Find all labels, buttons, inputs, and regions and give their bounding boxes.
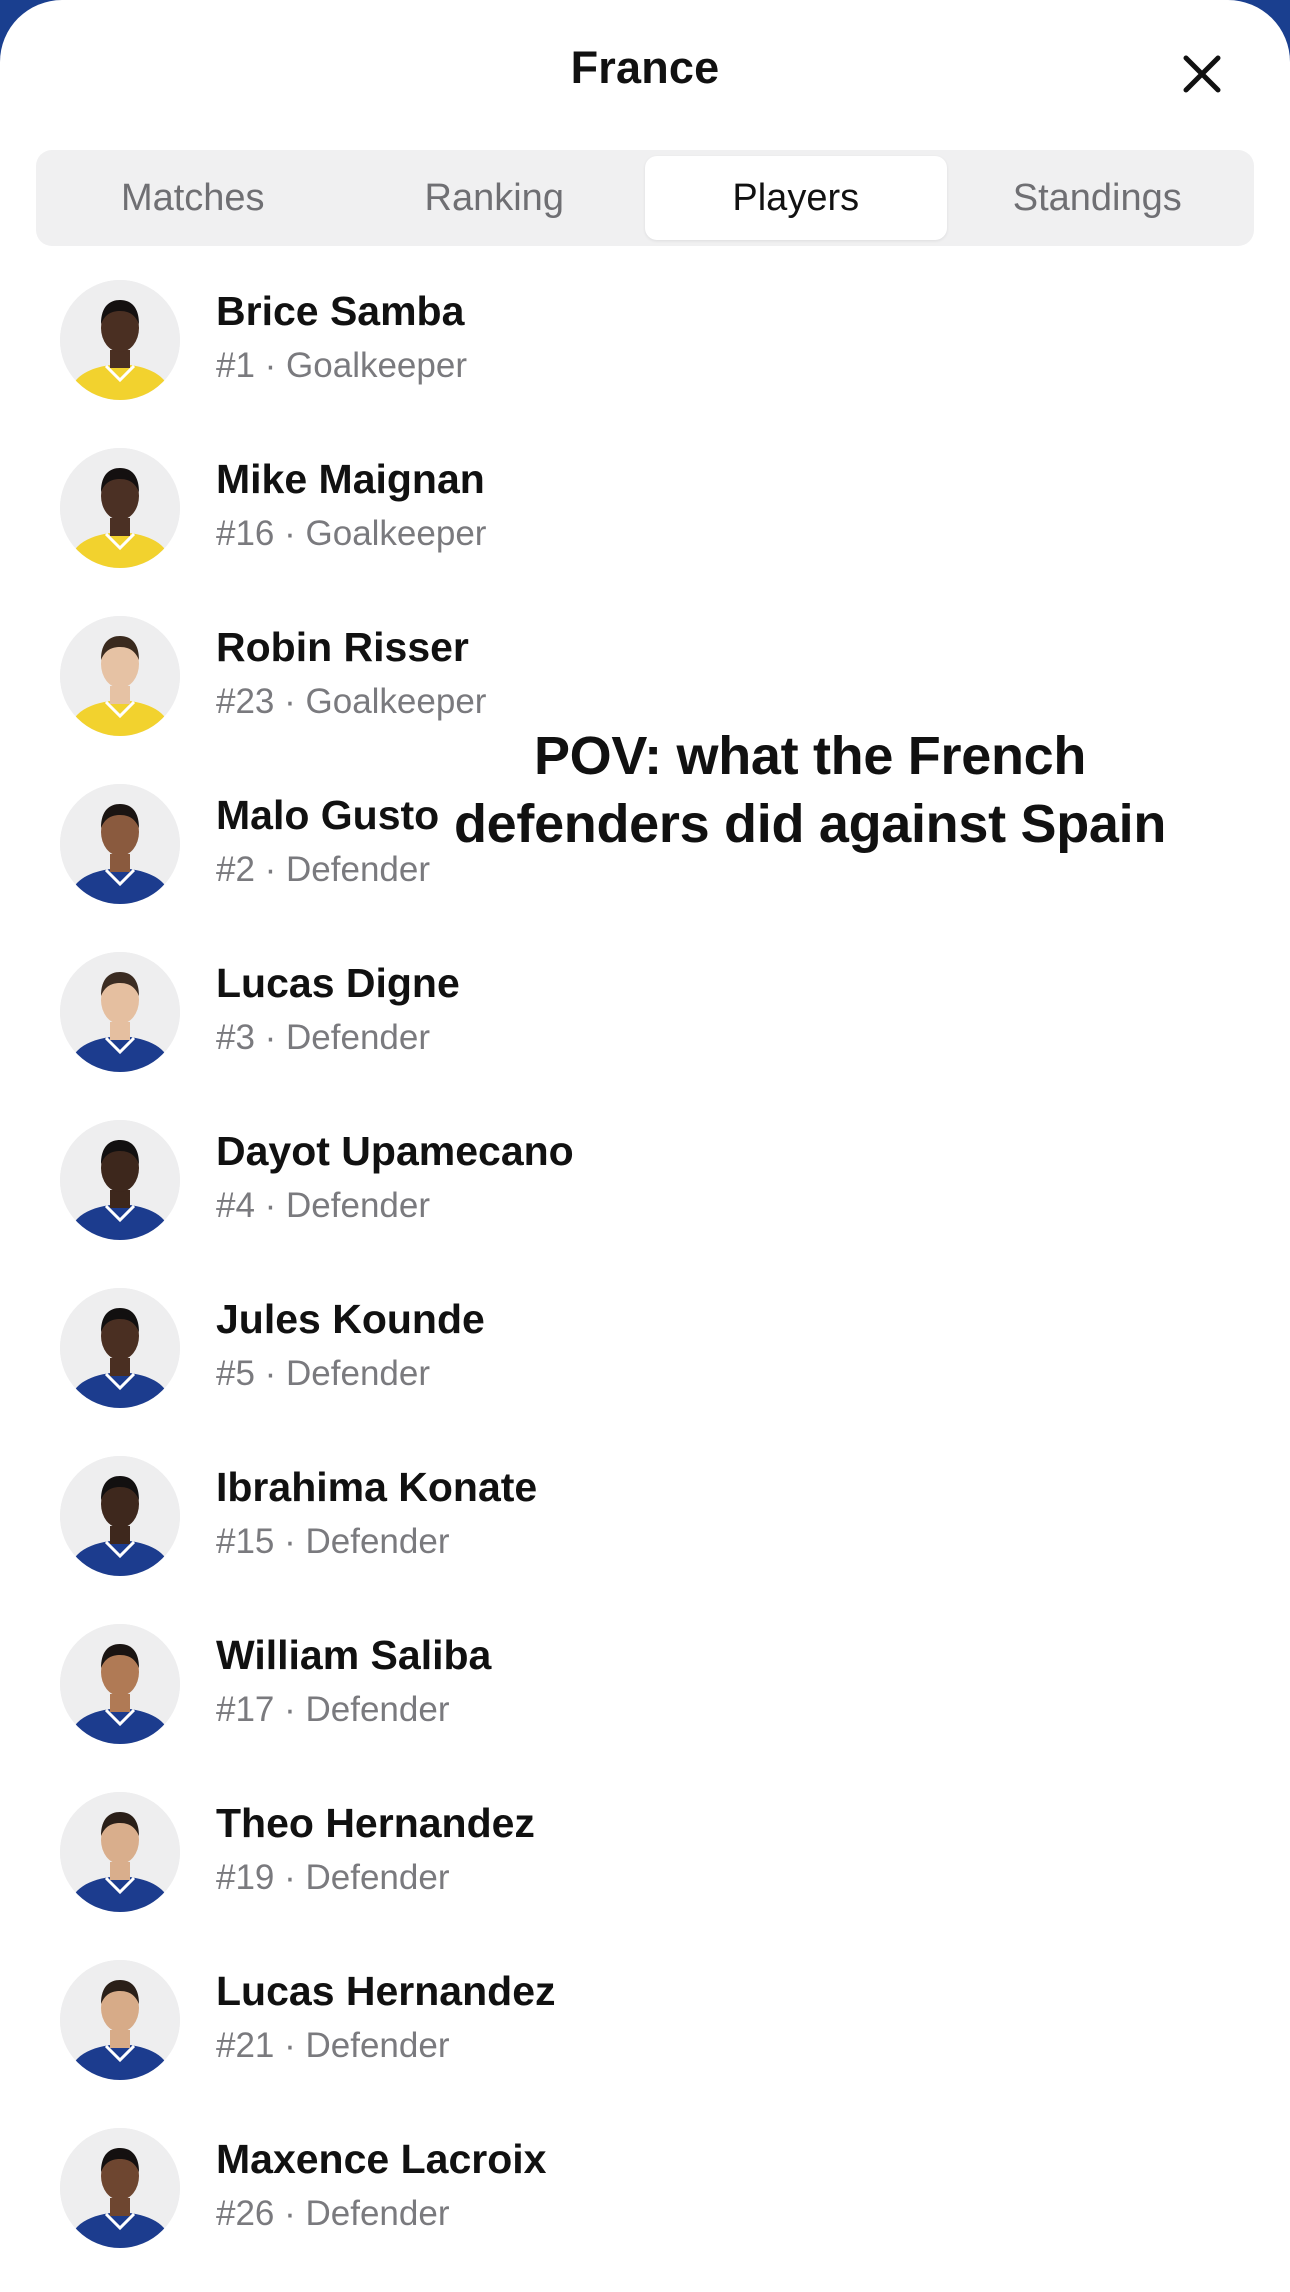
player-row[interactable]: Dayot Upamecano #4 · Defender [0,1120,1290,1288]
player-avatar [60,616,180,736]
tab-players[interactable]: Players [645,156,947,240]
player-row[interactable]: Ibrahima Konate #15 · Defender [0,1456,1290,1624]
sheet-header: France [0,0,1290,140]
player-name: Dayot Upamecano [216,1128,574,1174]
player-row[interactable]: William Saliba #17 · Defender [0,1624,1290,1792]
player-portrait-icon [60,1288,180,1408]
player-number-position: #15 · Defender [216,1522,450,1561]
caption-line-2: defenders did against Spain [453,794,1167,854]
player-name: Robin Risser [216,624,469,670]
player-portrait-icon [60,2128,180,2248]
player-number-position: #17 · Defender [216,1690,450,1729]
player-avatar [60,1792,180,1912]
player-avatar [60,1456,180,1576]
player-number-position: #5 · Defender [216,1354,431,1393]
player-name: Mike Maignan [216,456,485,502]
player-name: Maxence Lacroix [216,2136,547,2182]
player-avatar [60,2128,180,2248]
player-number-position: #26 · Defender [216,2194,450,2233]
player-number-position: #23 · Goalkeeper [216,682,487,721]
player-portrait-icon [60,1792,180,1912]
player-name: Jules Kounde [216,1296,485,1342]
player-name: Lucas Hernandez [216,1968,556,2014]
player-portrait-icon [60,784,180,904]
player-portrait-icon [60,1120,180,1240]
player-avatar [60,952,180,1072]
player-avatar [60,784,180,904]
player-row[interactable]: Brice Samba #1 · Goalkeeper [0,280,1290,448]
player-portrait-icon [60,952,180,1072]
player-number-position: #4 · Defender [216,1186,431,1225]
player-row[interactable]: Maxence Lacroix #26 · Defender [0,2128,1290,2292]
player-avatar [60,280,180,400]
player-name: Brice Samba [216,288,465,334]
page-title: France [570,42,720,93]
player-portrait-icon [60,280,180,400]
player-portrait-icon [60,448,180,568]
player-portrait-icon [60,1960,180,2080]
caption-overlay: POV: what the French defenders did again… [440,722,1180,858]
player-list: Brice Samba #1 · Goalkeeper Mike Maignan #1… [0,280,1290,2292]
player-number-position: #2 · Defender [216,850,431,889]
player-row[interactable]: Mike Maignan #16 · Goalkeeper [0,448,1290,616]
tab-bar: Matches Ranking Players Standings [36,150,1254,246]
player-name: Ibrahima Konate [216,1464,538,1510]
player-row[interactable]: Jules Kounde #5 · Defender [0,1288,1290,1456]
player-number-position: #21 · Defender [216,2026,450,2065]
player-avatar [60,1960,180,2080]
player-name: Malo Gusto [216,792,440,838]
player-avatar [60,1288,180,1408]
player-number-position: #19 · Defender [216,1858,450,1897]
close-button[interactable] [1174,46,1230,102]
player-row[interactable]: Theo Hernandez #19 · Defender [0,1792,1290,1960]
player-row[interactable]: Lucas Digne #3 · Defender [0,952,1290,1120]
player-number-position: #16 · Goalkeeper [216,514,487,553]
player-portrait-icon [60,1624,180,1744]
player-portrait-icon [60,1456,180,1576]
tab-standings[interactable]: Standings [947,156,1249,240]
player-number-position: #3 · Defender [216,1018,431,1057]
tab-matches[interactable]: Matches [42,156,344,240]
tab-ranking[interactable]: Ranking [344,156,646,240]
player-number-position: #1 · Goalkeeper [216,346,467,385]
player-avatar [60,448,180,568]
player-avatar [60,1624,180,1744]
player-row[interactable]: Lucas Hernandez #21 · Defender [0,1960,1290,2128]
player-avatar [60,1120,180,1240]
players-sheet: France Matches Ranking Players Standings… [0,0,1290,2292]
player-name: Lucas Digne [216,960,460,1006]
caption-line-1: POV: what the French [533,726,1087,786]
player-portrait-icon [60,616,180,736]
close-icon [1183,55,1221,93]
player-name: William Saliba [216,1632,492,1678]
player-name: Theo Hernandez [216,1800,535,1846]
